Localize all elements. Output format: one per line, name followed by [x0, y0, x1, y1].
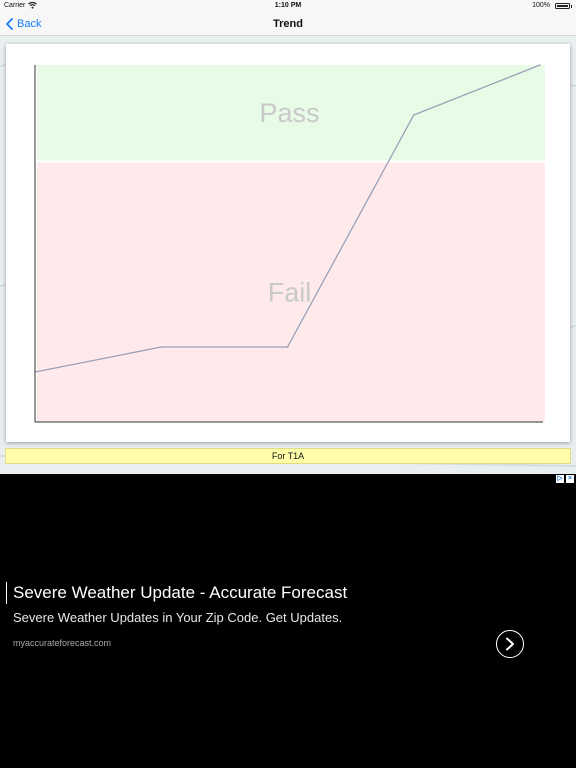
- navigation-bar: Back Trend: [0, 12, 576, 36]
- status-bar: Carrier 1:10 PM 100%: [0, 0, 576, 12]
- data-point: [539, 64, 541, 66]
- trend-chart-card: Pass Fail: [6, 44, 570, 442]
- chevron-right-icon: [506, 637, 514, 651]
- pass-zone-label: Pass: [259, 98, 319, 128]
- battery-percent: 100%: [532, 2, 550, 9]
- data-point: [160, 346, 163, 348]
- page-title: Trend: [273, 18, 303, 30]
- ad-url[interactable]: myaccurateforecast.com: [13, 638, 111, 648]
- battery-tip: [570, 5, 572, 8]
- ad-body-text: Severe Weather Updates in Your Zip Code.…: [13, 610, 343, 625]
- trend-chart: Pass Fail: [34, 64, 545, 423]
- data-point: [412, 114, 415, 116]
- ad-headline[interactable]: Severe Weather Update - Accurate Forecas…: [6, 582, 347, 604]
- fail-zone-label: Fail: [268, 278, 312, 308]
- ad-choices[interactable]: ▷ ×: [556, 475, 574, 483]
- ad-info-icon[interactable]: ▷: [556, 475, 564, 483]
- ad-close-icon[interactable]: ×: [566, 475, 574, 483]
- data-point: [286, 346, 289, 348]
- status-time: 1:10 PM: [274, 2, 302, 9]
- battery-icon: [555, 3, 570, 9]
- chart-caption: For T1A: [5, 448, 571, 464]
- ad-open-button[interactable]: [496, 630, 524, 658]
